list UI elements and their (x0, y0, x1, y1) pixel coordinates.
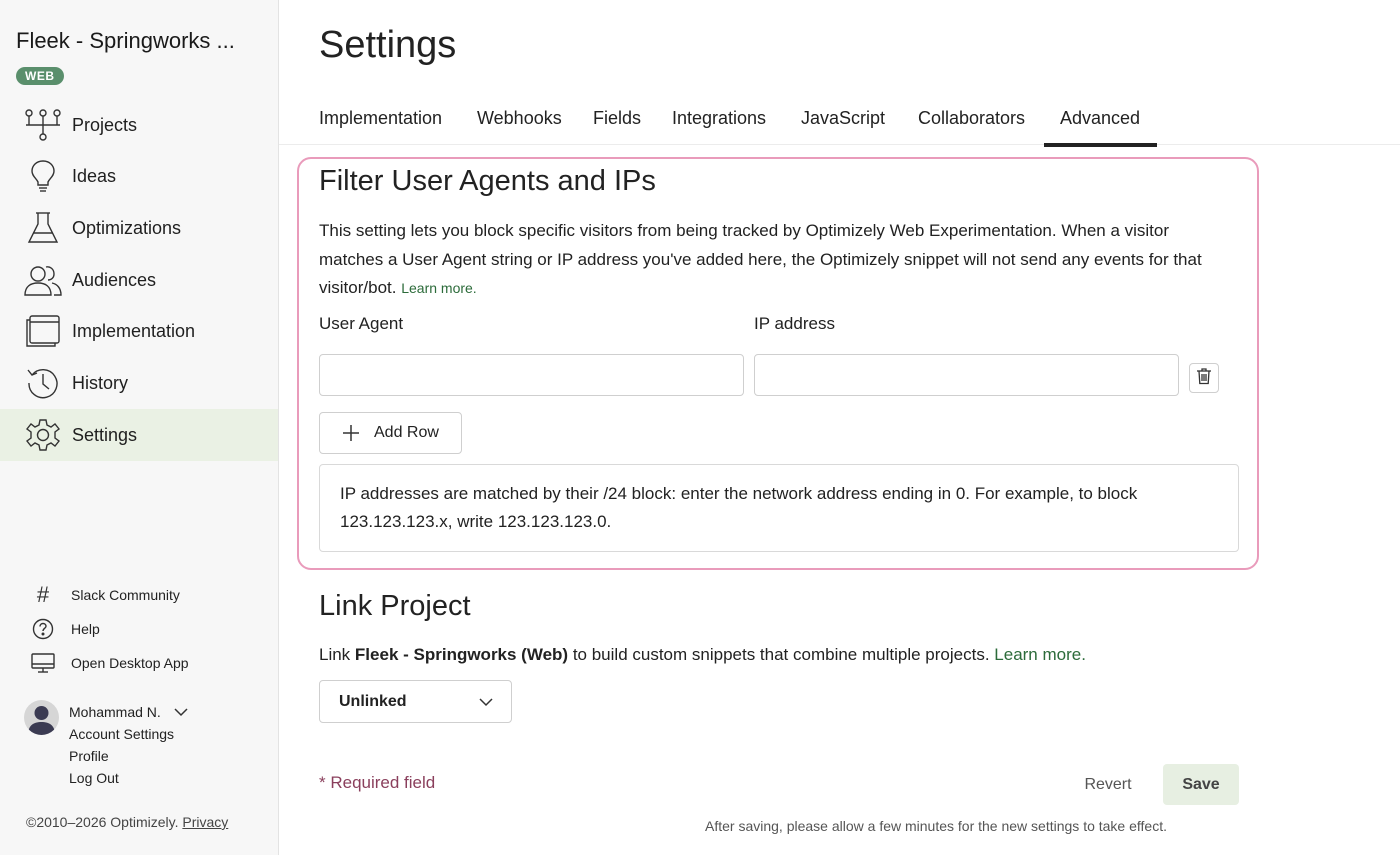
tab-integrations[interactable]: Integrations (672, 108, 766, 129)
chevron-down-icon[interactable] (172, 704, 190, 720)
page-title: Settings (319, 24, 457, 66)
plus-icon (342, 424, 360, 442)
sidebar-item-label: Ideas (72, 165, 117, 186)
sidebar-item-label: Optimizations (72, 217, 182, 238)
ip-address-label: IP address (754, 314, 835, 333)
required-field-note: * Required field (319, 773, 436, 792)
link-desc-prefix: Link (319, 645, 351, 664)
trash-icon (1196, 367, 1212, 390)
tab-fields[interactable]: Fields (593, 108, 641, 129)
tab-implementation[interactable]: Implementation (319, 108, 442, 129)
save-note: After saving, please allow a few minutes… (705, 818, 1167, 834)
slack-community-link[interactable]: # Slack Community (0, 581, 278, 609)
sidebar-item-settings[interactable]: Settings (0, 409, 278, 461)
filter-section-heading: Filter User Agents and IPs (319, 165, 656, 197)
save-button[interactable]: Save (1163, 764, 1239, 805)
link-desc-suffix: to build custom snippets that combine mu… (572, 645, 990, 664)
chevron-down-icon (477, 694, 495, 710)
hash-icon: # (36, 582, 50, 607)
tab-javascript[interactable]: JavaScript (801, 108, 885, 129)
sidebar-item-label: History (72, 372, 129, 393)
tab-webhooks[interactable]: Webhooks (477, 108, 562, 129)
privacy-link[interactable]: Privacy (182, 814, 228, 830)
add-row-label: Add Row (374, 424, 439, 441)
copyright: ©2010–2026 Optimizely. Privacy (26, 814, 228, 830)
project-title[interactable]: Fleek - Springworks ... (16, 28, 235, 54)
slack-community-label: Slack Community (71, 587, 180, 603)
help-circle-icon (30, 616, 56, 642)
sidebar-item-projects[interactable]: Projects (0, 99, 278, 151)
link-project-select[interactable]: Unlinked (319, 680, 512, 723)
tab-advanced[interactable]: Advanced (1060, 108, 1140, 129)
sidebar-item-label: Projects (72, 114, 138, 135)
open-desktop-app-link[interactable]: Open Desktop App (0, 649, 278, 677)
open-desktop-app-label: Open Desktop App (71, 655, 189, 671)
user-agent-label: User Agent (319, 314, 404, 333)
link-project-description: Link Fleek - Springworks (Web) to build … (319, 645, 1086, 665)
history-icon (24, 364, 62, 402)
help-label: Help (71, 621, 100, 637)
link-learn-more-link[interactable]: Learn more. (994, 645, 1086, 664)
avatar[interactable] (24, 700, 59, 735)
settings-tabs: Implementation Webhooks Fields Integrati… (279, 96, 1400, 145)
user-agent-input[interactable] (319, 354, 744, 396)
ip-address-input[interactable] (754, 354, 1179, 396)
users-icon (24, 261, 62, 299)
filter-learn-more-link[interactable]: Learn more. (401, 280, 476, 296)
linked-project-name: Fleek - Springworks (Web) (354, 645, 569, 664)
gear-icon (24, 416, 62, 454)
flask-icon (24, 209, 62, 247)
add-row-button[interactable]: Add Row (319, 412, 462, 454)
lightbulb-icon (24, 157, 62, 195)
sidebar-item-label: Implementation (72, 320, 196, 341)
sidebar-item-implementation[interactable]: Implementation (0, 305, 278, 357)
sidebar-item-audiences[interactable]: Audiences (0, 254, 278, 306)
link-project-heading: Link Project (319, 590, 471, 622)
monitor-icon (30, 650, 56, 676)
ip-info-box: IP addresses are matched by their /24 bl… (319, 464, 1239, 552)
revert-button[interactable]: Revert (1068, 765, 1148, 805)
copyright-text: ©2010–2026 Optimizely. (26, 814, 179, 830)
tab-collaborators[interactable]: Collaborators (918, 108, 1025, 129)
log-out-link[interactable]: Log Out (69, 770, 119, 786)
project-type-badge: WEB (16, 67, 64, 85)
sidebar: Fleek - Springworks ... WEB Projects Ide… (0, 0, 279, 855)
user-name[interactable]: Mohammad N. (69, 704, 161, 720)
sidebar-item-label: Audiences (72, 269, 157, 290)
account-settings-link[interactable]: Account Settings (69, 726, 174, 742)
delete-row-button[interactable] (1189, 363, 1219, 393)
window-icon (24, 312, 62, 350)
sidebar-item-history[interactable]: History (0, 357, 278, 409)
sidebar-item-label: Settings (72, 424, 138, 445)
link-project-select-value: Unlinked (339, 692, 407, 710)
active-tab-indicator (1044, 143, 1157, 147)
filter-section-description: This setting lets you block specific vis… (319, 217, 1229, 303)
sidebar-item-optimizations[interactable]: Optimizations (0, 202, 278, 254)
sidebar-item-ideas[interactable]: Ideas (0, 150, 278, 202)
projects-icon (24, 106, 62, 144)
help-link[interactable]: Help (0, 615, 278, 643)
profile-link[interactable]: Profile (69, 748, 109, 764)
